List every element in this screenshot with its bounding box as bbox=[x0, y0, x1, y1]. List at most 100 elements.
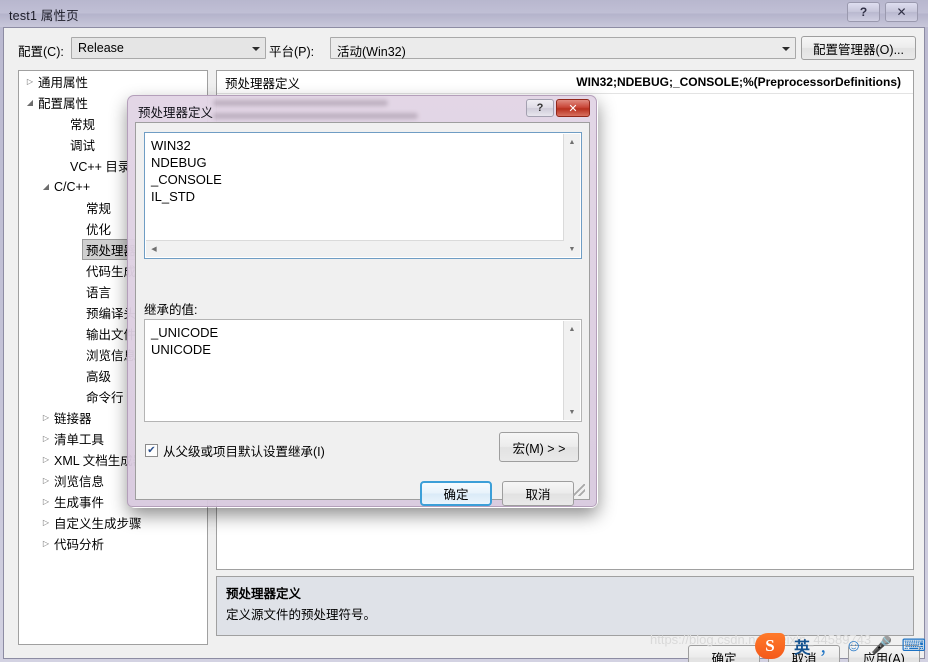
property-value[interactable]: WIN32;NDEBUG;_CONSOLE;%(PreprocessorDefi… bbox=[560, 75, 913, 89]
description-text: 定义源文件的预处理符号。 bbox=[226, 608, 377, 622]
screen: test1 属性页 ? ✕ 配置(C): Release 平台(P): 活动(W… bbox=[0, 0, 928, 662]
property-name: 预处理器定义 bbox=[225, 76, 301, 91]
help-button[interactable]: ? bbox=[847, 2, 880, 22]
platform-value: 活动(Win32) bbox=[337, 45, 406, 59]
expander-icon[interactable]: ▷ bbox=[23, 71, 37, 92]
tree-item-label: 常规 bbox=[70, 118, 96, 132]
expander-icon[interactable]: ◢ bbox=[39, 176, 53, 197]
close-icon: ✕ bbox=[896, 5, 907, 19]
platform-label: 平台(P): bbox=[269, 45, 315, 59]
ok-button[interactable]: 确定 bbox=[688, 645, 760, 662]
close-button[interactable]: ✕ bbox=[885, 2, 918, 22]
description-panel: 预处理器定义 定义源文件的预处理符号。 bbox=[216, 576, 914, 636]
property-row[interactable]: 预处理器定义 WIN32;NDEBUG;_CONSOLE;%(Preprocess… bbox=[217, 71, 913, 94]
tree-item-label: 生成事件 bbox=[54, 496, 105, 510]
scroll-up-icon[interactable]: ▲ bbox=[564, 321, 580, 337]
ime-keyboard-icon[interactable]: ⌨ bbox=[902, 636, 927, 656]
expander-icon[interactable]: ▷ bbox=[39, 470, 53, 491]
tree-item[interactable]: ▷ 代码分析 bbox=[19, 533, 207, 554]
inherit-checkbox[interactable]: ✔ bbox=[145, 444, 158, 457]
inherited-values-list[interactable]: _UNICODE UNICODE ▲ ▼ bbox=[144, 319, 582, 422]
tree-item-label: 浏览信息 bbox=[54, 475, 105, 489]
definitions-textarea[interactable]: WIN32 NDEBUG _CONSOLE IL_STD ▲ ▼ ◀ bbox=[144, 132, 582, 259]
expander-icon[interactable]: ▷ bbox=[39, 491, 53, 512]
ime-toolbar[interactable]: S 英 ， ☺ 🎤 ⌨ bbox=[755, 630, 926, 662]
description-title: 预处理器定义 bbox=[226, 587, 302, 601]
tree-item-label: 通用属性 bbox=[38, 76, 89, 90]
scroll-left-icon[interactable]: ◀ bbox=[146, 241, 162, 257]
tree-item-label: 优化 bbox=[86, 223, 112, 237]
expander-icon[interactable]: ▷ bbox=[39, 512, 53, 533]
ime-language-mode[interactable]: 英 bbox=[794, 634, 810, 658]
preprocessor-definitions-dialog: 预处理器定义 ? ✕ WIN32 NDEBUG _CONSOLE IL_STD … bbox=[127, 95, 597, 507]
macros-button[interactable]: 宏(M) > > bbox=[499, 432, 579, 462]
dialog-ok-button[interactable]: 确定 bbox=[420, 481, 492, 506]
dialog-help-button[interactable]: ? bbox=[526, 99, 554, 117]
checkmark-icon: ✔ bbox=[147, 444, 156, 456]
expander-icon[interactable]: ◢ bbox=[23, 92, 37, 113]
tree-item-label: 自定义生成步骤 bbox=[54, 517, 142, 531]
configuration-label: 配置(C): bbox=[18, 45, 64, 59]
configuration-bar: 配置(C): Release 平台(P): 活动(Win32) 配置管理器(O)… bbox=[4, 28, 924, 66]
close-icon: ✕ bbox=[568, 102, 578, 115]
tree-item-label: C/C++ bbox=[54, 179, 91, 194]
question-mark-icon: ? bbox=[859, 5, 868, 19]
tree-item-label: 高级 bbox=[86, 370, 112, 384]
platform-dropdown[interactable]: 活动(Win32) bbox=[330, 37, 796, 59]
tree-item-label: 命令行 bbox=[86, 391, 124, 405]
ime-microphone-icon[interactable]: 🎤 bbox=[871, 636, 892, 656]
inherit-checkbox-label: 从父级或项目默认设置继承(I) bbox=[163, 445, 325, 459]
dialog-title: 预处理器定义 bbox=[138, 106, 214, 120]
scroll-down-icon[interactable]: ▼ bbox=[564, 404, 580, 420]
definitions-vertical-scrollbar[interactable]: ▲ ▼ bbox=[563, 134, 580, 257]
tree-item-label: 清单工具 bbox=[54, 433, 105, 447]
chevron-down-icon bbox=[782, 47, 790, 51]
dialog-client-area: WIN32 NDEBUG _CONSOLE IL_STD ▲ ▼ ◀ 继承的值:… bbox=[135, 122, 590, 506]
tree-item-label: 调试 bbox=[70, 139, 96, 153]
ime-punctuation-icon[interactable]: ， bbox=[819, 634, 836, 659]
definitions-horizontal-scrollbar[interactable]: ◀ bbox=[146, 240, 564, 257]
tree-item-label: 配置属性 bbox=[38, 97, 89, 111]
configuration-value: Release bbox=[78, 41, 124, 55]
window-title: test1 属性页 bbox=[9, 9, 79, 23]
tree-item[interactable]: ▷ 自定义生成步骤 bbox=[19, 512, 207, 533]
scroll-down-icon[interactable]: ▼ bbox=[564, 241, 580, 257]
expander-icon[interactable]: ▷ bbox=[39, 428, 53, 449]
tree-item-label: 语言 bbox=[86, 286, 112, 300]
inherited-vertical-scrollbar[interactable]: ▲ ▼ bbox=[563, 321, 580, 420]
dialog-cancel-button[interactable]: 取消 bbox=[502, 481, 574, 506]
expander-icon[interactable]: ▷ bbox=[39, 407, 53, 428]
question-mark-icon: ? bbox=[536, 102, 544, 114]
dialog-close-button[interactable]: ✕ bbox=[556, 99, 590, 117]
definitions-text: WIN32 NDEBUG _CONSOLE IL_STD bbox=[151, 138, 222, 204]
tree-item-label: 常规 bbox=[86, 202, 112, 216]
inherited-values-text: _UNICODE UNICODE bbox=[151, 325, 219, 357]
ime-emoji-icon[interactable]: ☺ bbox=[845, 636, 862, 656]
resize-grip[interactable] bbox=[573, 484, 585, 496]
expander-icon[interactable]: ▷ bbox=[39, 533, 53, 554]
configuration-dropdown[interactable]: Release bbox=[71, 37, 266, 59]
scroll-up-icon[interactable]: ▲ bbox=[564, 134, 580, 150]
sogou-logo-icon[interactable]: S bbox=[755, 633, 785, 659]
expander-icon[interactable]: ▷ bbox=[39, 449, 53, 470]
inherit-checkbox-row[interactable]: ✔ 从父级或项目默认设置继承(I) bbox=[145, 441, 325, 460]
tree-item-label: 链接器 bbox=[54, 412, 92, 426]
inherited-values-label: 继承的值: bbox=[144, 303, 198, 317]
tree-item-label: 代码分析 bbox=[54, 538, 105, 552]
tree-item[interactable]: ▷ 通用属性 bbox=[19, 71, 207, 92]
configuration-manager-button[interactable]: 配置管理器(O)... bbox=[801, 36, 916, 60]
window-titlebar[interactable]: test1 属性页 ? ✕ bbox=[0, 0, 928, 27]
tree-item-label: VC++ 目录 bbox=[70, 160, 131, 174]
